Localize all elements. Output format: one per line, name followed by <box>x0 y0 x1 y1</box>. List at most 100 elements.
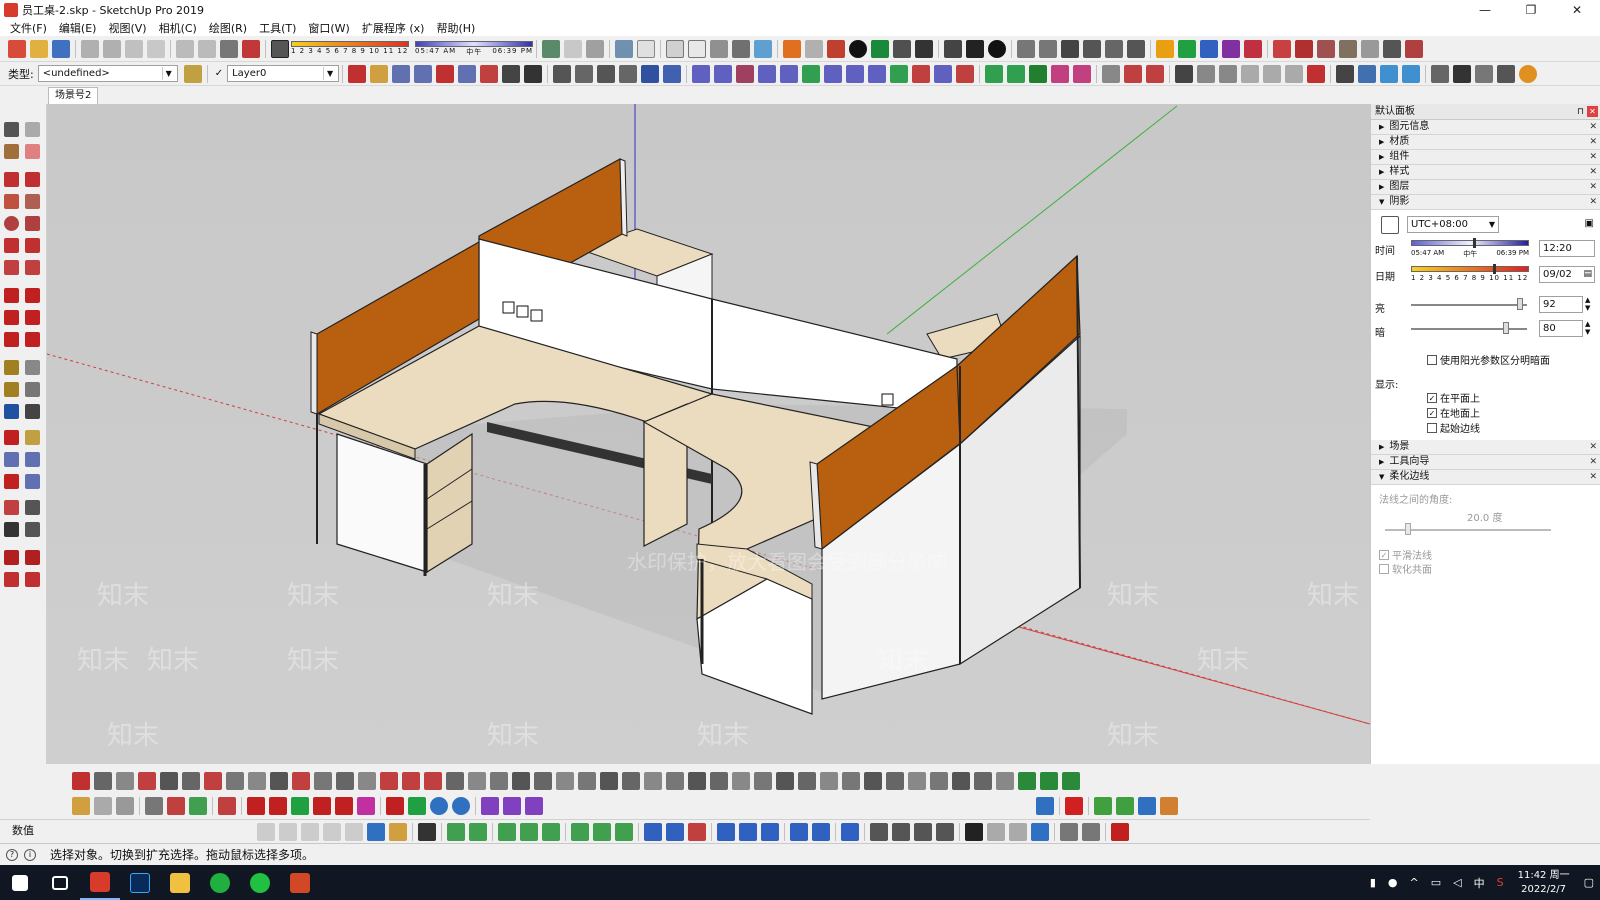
cbs-tool-icon[interactable] <box>386 797 404 815</box>
taskbar-sketchup[interactable] <box>80 865 120 900</box>
line-tool-icon[interactable] <box>498 822 516 841</box>
checkbox-box[interactable]: ✓ <box>1427 392 1437 403</box>
walk-tool-icon[interactable] <box>4 522 19 537</box>
menu-edit[interactable]: 编辑(E) <box>53 20 103 36</box>
curve-h-icon[interactable] <box>846 64 865 83</box>
push-pull-icon[interactable] <box>25 288 40 303</box>
scale-icon[interactable] <box>4 332 19 347</box>
three-point-arc-icon[interactable] <box>4 260 19 275</box>
plugin-tool-icon[interactable] <box>886 772 904 790</box>
line-pencil-icon[interactable] <box>4 172 19 187</box>
tape-measure-icon[interactable] <box>4 360 19 375</box>
rectangle-icon[interactable] <box>4 194 19 209</box>
sogou-icon[interactable]: S <box>1497 876 1504 889</box>
text-tool-icon[interactable] <box>25 382 40 397</box>
tree-icon[interactable] <box>1116 797 1134 815</box>
sandbox-f-icon[interactable] <box>663 64 682 83</box>
on-ground-checkbox[interactable]: ✓ 在地面上 <box>1427 405 1480 420</box>
plugin-tool-icon[interactable] <box>1082 822 1100 841</box>
line-tool-icon[interactable] <box>593 822 611 841</box>
light-slider-track[interactable] <box>1411 304 1527 306</box>
orbit-icon[interactable] <box>348 64 367 83</box>
plugin-tool-icon[interactable] <box>279 822 297 841</box>
taskbar-file-explorer[interactable] <box>160 865 200 900</box>
plugin-tool-icon[interactable] <box>798 772 816 790</box>
from-edges-checkbox[interactable]: 起始边线 <box>1427 420 1480 435</box>
plugin-tool-icon[interactable] <box>1062 772 1080 790</box>
taskbar-wechat[interactable] <box>240 865 280 900</box>
clock[interactable]: 11:42 周一 2022/2/7 <box>1518 869 1570 897</box>
plugin-tool-icon[interactable] <box>446 772 464 790</box>
taskbar-powerpoint[interactable] <box>280 865 320 900</box>
look-around-tool-icon[interactable] <box>25 500 40 515</box>
follow-me-icon[interactable] <box>25 310 40 325</box>
save-icon[interactable] <box>52 39 70 58</box>
grid-tool-icon[interactable] <box>761 822 779 841</box>
house-outline-icon[interactable] <box>1105 39 1123 58</box>
plugin-tool-icon[interactable] <box>892 822 910 841</box>
tray-soften-edges[interactable]: ▼ 柔化边线 ✕ <box>1371 470 1600 485</box>
light-slider-thumb[interactable] <box>1517 298 1523 310</box>
curve-m-icon[interactable] <box>956 64 975 83</box>
dark-slider-thumb[interactable] <box>1503 322 1509 334</box>
plugin-tool-icon[interactable] <box>182 772 200 790</box>
plugin-tool-icon[interactable] <box>380 772 398 790</box>
sandbox-e-icon[interactable] <box>641 64 660 83</box>
3d-text-icon[interactable] <box>25 404 40 419</box>
plugin-orange-icon[interactable] <box>783 39 801 58</box>
xray-style-icon[interactable] <box>666 39 684 58</box>
note-icon[interactable] <box>1160 797 1178 815</box>
plugin-tool-icon[interactable] <box>666 772 684 790</box>
plugin-tool-icon[interactable] <box>914 822 932 841</box>
iso-view-icon[interactable] <box>615 39 633 58</box>
close-tray-icon[interactable]: ✕ <box>1589 165 1597 179</box>
new-file-icon[interactable] <box>8 39 26 58</box>
erase-icon[interactable] <box>147 39 165 58</box>
misc-a-icon[interactable] <box>1102 64 1121 83</box>
component-green-icon[interactable] <box>1178 39 1196 58</box>
package-icon[interactable] <box>1431 64 1450 83</box>
curve-f-icon[interactable] <box>802 64 821 83</box>
menu-window[interactable]: 窗口(W) <box>302 20 355 36</box>
box-tool-icon[interactable] <box>116 797 134 815</box>
plugin-tool-icon[interactable] <box>1040 772 1058 790</box>
tool-grey-icon[interactable] <box>1361 39 1379 58</box>
edge-c-icon[interactable] <box>1029 64 1048 83</box>
colorwheel-icon[interactable] <box>1519 64 1538 83</box>
geo-location-icon[interactable]: ? <box>6 848 18 861</box>
layer-tool-icon[interactable] <box>827 39 845 58</box>
date-slider[interactable]: 1 2 3 4 5 6 7 8 9 10 11 12 <box>1411 264 1529 282</box>
component-blue-icon[interactable] <box>1200 39 1218 58</box>
tray-shadows[interactable]: ▼ 阴影 ✕ <box>1371 195 1600 210</box>
plugin-tool-icon[interactable] <box>270 772 288 790</box>
zoom-extents-tool-icon[interactable] <box>4 474 19 489</box>
tool-red-c-icon[interactable] <box>1317 39 1335 58</box>
shaded-style-icon[interactable] <box>732 39 750 58</box>
network-icon[interactable]: ▭ <box>1431 876 1441 889</box>
menu-extensions[interactable]: 扩展程序 (x) <box>356 20 431 36</box>
select-arrow-icon[interactable] <box>418 822 436 841</box>
menu-camera[interactable]: 相机(C) <box>153 20 203 36</box>
textured-style-icon[interactable] <box>754 39 772 58</box>
upload-cloud-icon[interactable] <box>1475 64 1494 83</box>
tree-icon[interactable] <box>871 39 889 58</box>
two-point-arc-icon[interactable] <box>25 238 40 253</box>
grid-tool-icon[interactable] <box>447 822 465 841</box>
time-slider-thumb[interactable] <box>1473 238 1476 248</box>
taskbar-browser[interactable] <box>200 865 240 900</box>
grid-tool-icon[interactable] <box>1065 797 1083 815</box>
date-input[interactable]: 09/02 ▤ <box>1539 266 1595 283</box>
make-component-icon[interactable] <box>25 122 40 137</box>
plugin-tool-icon[interactable] <box>490 772 508 790</box>
close-tray-icon[interactable]: ✕ <box>1589 150 1597 164</box>
tray-scenes[interactable]: ▶ 场景 ✕ <box>1371 440 1600 455</box>
plugin-tool-icon[interactable] <box>301 822 319 841</box>
line-tool-icon[interactable] <box>542 822 560 841</box>
dark-spinner-icon[interactable]: ▲ ▼ <box>1585 320 1590 336</box>
arrow-tool-icon[interactable] <box>291 797 309 815</box>
arrow-tool-icon[interactable] <box>269 797 287 815</box>
shadow-time-mini-slider[interactable]: 05:47 AM 中午 06:39 PM <box>415 40 533 58</box>
paste-icon[interactable] <box>125 39 143 58</box>
tray-layers[interactable]: ▶ 图层 ✕ <box>1371 180 1600 195</box>
section-cut-icon[interactable] <box>1039 39 1057 58</box>
